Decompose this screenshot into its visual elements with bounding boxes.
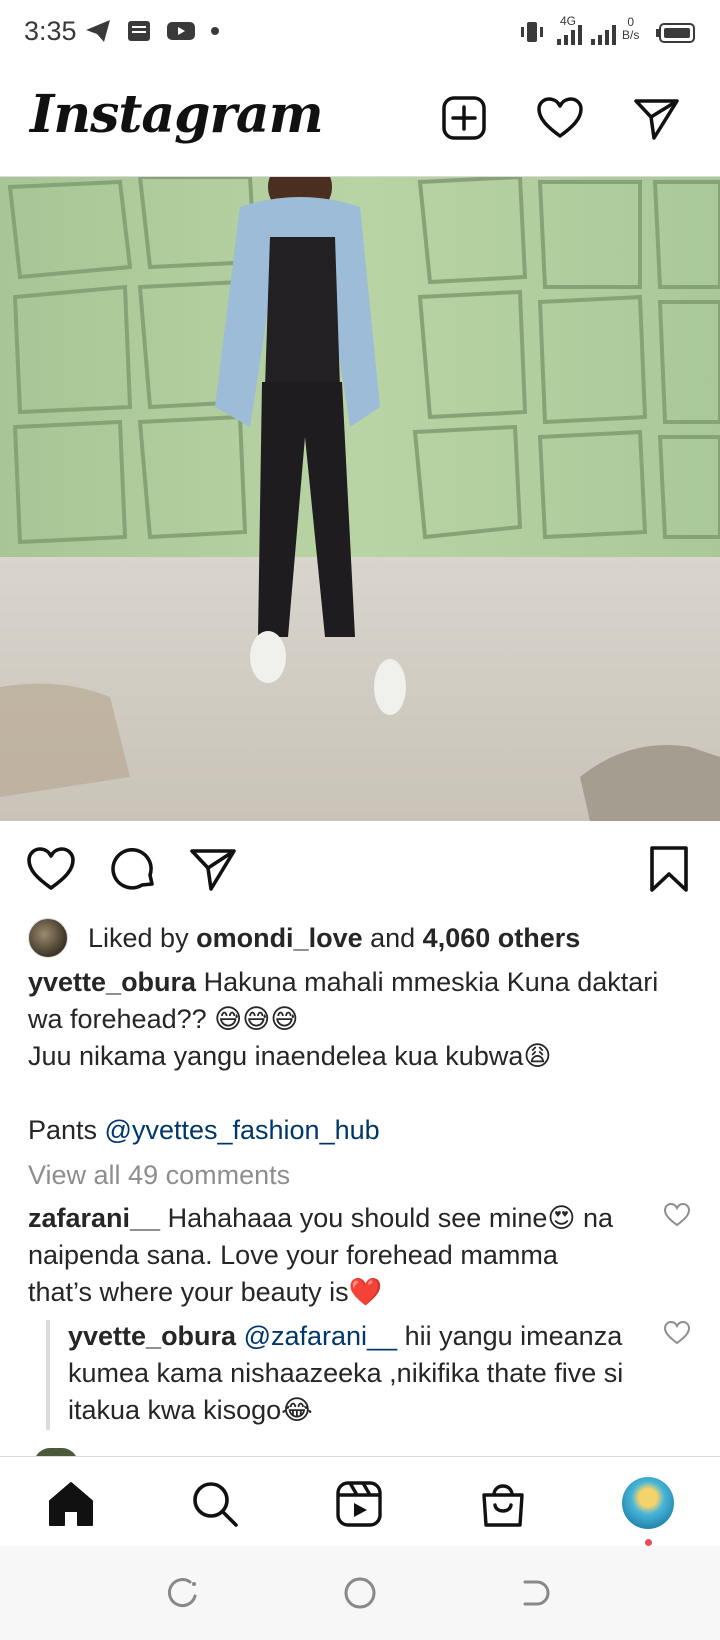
like-heart-icon[interactable] [26,844,76,894]
home-icon[interactable] [46,1479,96,1529]
liker-username[interactable]: omondi_love [196,923,363,954]
likes-count[interactable]: 4,060 others [423,923,581,954]
share-icon[interactable] [188,844,238,894]
save-bookmark-icon[interactable] [644,844,694,894]
new-post-icon[interactable] [440,94,488,142]
network-speed: 0 B/s [622,15,640,42]
search-icon[interactable] [190,1479,240,1529]
signal-icon-2 [591,25,616,45]
comment-like-heart-icon[interactable] [664,1202,690,1228]
app-header: Instagram [0,66,720,177]
likes-middle: and [362,922,423,953]
profile-avatar[interactable] [622,1477,674,1529]
caption-mention[interactable]: @yvettes_fashion_hub [105,1115,380,1145]
battery-icon [656,23,695,43]
direct-message-icon[interactable] [632,94,680,142]
liker-avatar [28,918,68,958]
home-button-icon[interactable] [343,1576,377,1610]
likes-summary[interactable]: Liked by omondi_love and 4,060 others [28,916,580,960]
instagram-logo[interactable]: Instagram [30,84,324,145]
activity-heart-icon[interactable] [536,94,584,142]
bottom-navigation [0,1456,720,1547]
caption-text-line2: Juu nikama yangu inaendelea kua kubwa😩 [28,1041,552,1071]
message-icon [128,21,150,41]
likes-prefix: Liked by [88,922,197,953]
reply-like-heart-icon[interactable] [664,1320,690,1346]
telegram-icon [86,20,110,42]
comment-icon[interactable] [108,844,158,894]
status-bar: 3:35 4G 0 B/s [0,0,720,66]
vibrate-icon [521,22,543,42]
post-image[interactable] [0,177,720,821]
signal-icon-1 [557,25,582,45]
shop-icon[interactable] [478,1479,528,1529]
reply-mention[interactable]: @zafarani__ [236,1321,398,1351]
post-caption: yvette_obura Hakuna mahali mmeskia Kuna … [28,964,688,1149]
comment-item: zafarani__ Hahahaaa you should see mine😍… [28,1200,628,1311]
recent-apps-icon[interactable] [166,1576,200,1610]
caption-text-line3: Pants [28,1115,105,1145]
more-notifications-dot-icon [211,27,219,35]
comment-username[interactable]: zafarani__ [28,1203,160,1233]
back-icon[interactable] [519,1576,553,1610]
reels-icon[interactable] [334,1479,384,1529]
reply-item: yvette_obura @zafarani__ hii yangu imean… [68,1318,638,1429]
youtube-icon [167,22,195,40]
status-time: 3:35 [24,16,77,46]
post-action-bar [0,838,720,898]
caption-username[interactable]: yvette_obura [28,967,196,997]
status-notification-icons [84,18,220,44]
reply-username[interactable]: yvette_obura [68,1321,236,1351]
reply-thread-line [46,1320,50,1430]
profile-notification-dot [645,1539,652,1546]
post-photo-illustration [0,177,720,821]
view-all-comments-link[interactable]: View all 49 comments [28,1160,290,1191]
system-navigation-bar [0,1546,720,1640]
